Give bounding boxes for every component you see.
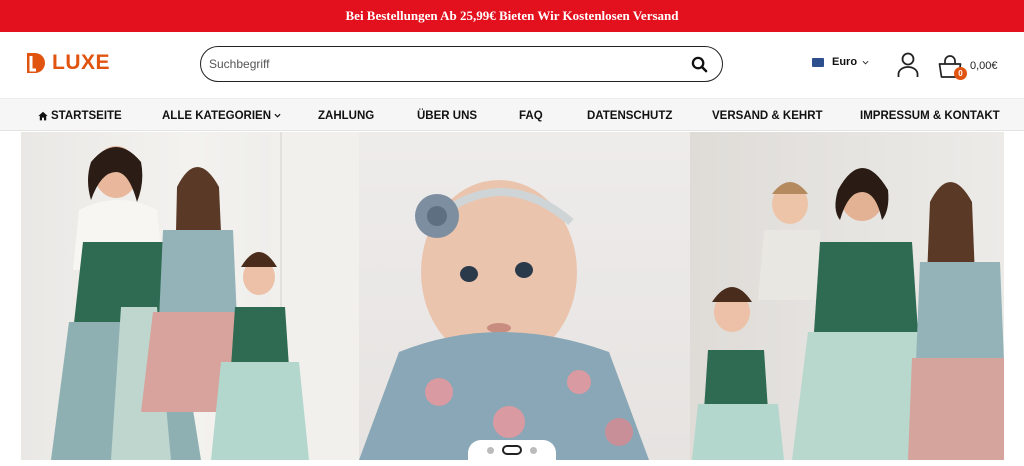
baby-illustration bbox=[359, 180, 649, 460]
cart-total[interactable]: 0,00€ bbox=[970, 60, 998, 72]
user-icon[interactable] bbox=[897, 52, 919, 78]
slider-pagination bbox=[468, 440, 556, 466]
chevron-down-icon bbox=[274, 113, 281, 118]
nav-label: STARTSEITE bbox=[51, 109, 122, 122]
promo-text: Bei Bestellungen Ab 25,99€ Bieten Wir Ko… bbox=[345, 8, 679, 23]
hero-image-family bbox=[21, 132, 359, 460]
nav-label: ZAHLUNG bbox=[318, 109, 375, 122]
promo-banner: Bei Bestellungen Ab 25,99€ Bieten Wir Ko… bbox=[0, 0, 1024, 32]
nav-label: IMPRESSUM & KONTAKT bbox=[860, 109, 1000, 122]
nav-label: ÜBER UNS bbox=[417, 109, 478, 122]
logo[interactable]: LUXE bbox=[24, 50, 110, 76]
nav-label: DATENSCHUTZ bbox=[587, 109, 673, 122]
nav-label: VERSAND & KEHRT bbox=[712, 109, 823, 122]
nav-item-faq[interactable]: FAQ bbox=[519, 99, 543, 132]
flag-icon bbox=[812, 57, 824, 67]
nav-label: ALLE KATEGORIEN bbox=[162, 109, 272, 122]
hero-image-baby bbox=[359, 132, 690, 460]
family-illustration bbox=[51, 132, 359, 460]
search-bar bbox=[200, 46, 723, 82]
chevron-down-icon bbox=[862, 60, 869, 65]
nav-item-impressum-kontakt[interactable]: IMPRESSUM & KONTAKT bbox=[860, 99, 1000, 132]
hero-slider[interactable] bbox=[21, 132, 1004, 460]
cart-count-badge: 0 bbox=[954, 67, 967, 80]
hero-image-family-group bbox=[690, 132, 1004, 460]
slider-dot[interactable] bbox=[487, 446, 494, 454]
slider-dot-active[interactable] bbox=[502, 445, 522, 455]
search-input[interactable] bbox=[209, 57, 649, 71]
nav-item-zahlung[interactable]: ZAHLUNG bbox=[318, 99, 374, 132]
logo-mark-icon bbox=[27, 53, 45, 73]
search-icon[interactable] bbox=[691, 56, 708, 73]
logo-text: LUXE bbox=[52, 51, 111, 74]
slider-dot[interactable] bbox=[530, 446, 537, 454]
site-header: LUXE Euro 0,00€ bbox=[0, 32, 1024, 98]
nav-item-versand[interactable]: VERSAND & KEHRT bbox=[712, 99, 823, 132]
nav-item-datenschutz[interactable]: DATENSCHUTZ bbox=[587, 99, 672, 132]
nav-item-ueber-uns[interactable]: ÜBER UNS bbox=[417, 99, 477, 132]
nav-item-alle-kategorien[interactable]: ALLE KATEGORIEN bbox=[162, 99, 281, 132]
currency-label: Euro bbox=[832, 56, 858, 68]
family-group-illustration bbox=[692, 168, 1004, 460]
nav-label: FAQ bbox=[519, 109, 543, 122]
main-navigation: STARTSEITE ALLE KATEGORIEN ZAHLUNG ÜBER … bbox=[0, 98, 1024, 131]
home-icon bbox=[38, 111, 48, 120]
currency-selector[interactable]: Euro bbox=[812, 56, 869, 68]
nav-item-startseite[interactable]: STARTSEITE bbox=[38, 99, 122, 132]
